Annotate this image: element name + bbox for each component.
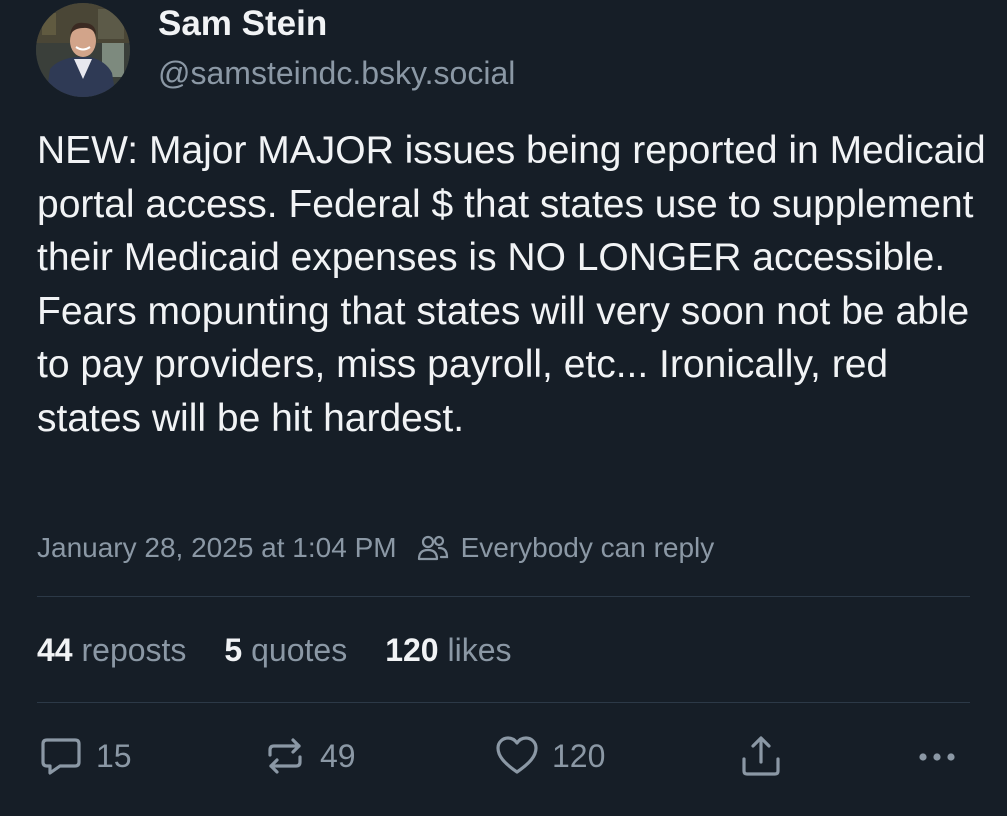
like-button[interactable]: 120	[494, 730, 605, 782]
author-name[interactable]: Sam Stein	[158, 2, 327, 46]
share-icon	[742, 736, 780, 776]
repost-icon	[268, 738, 302, 774]
more-icon	[919, 753, 955, 761]
reply-button[interactable]: 15	[38, 730, 132, 782]
more-options-button[interactable]	[914, 730, 960, 782]
post-text: NEW: Major MAJOR issues being reported i…	[37, 129, 986, 440]
reply-setting[interactable]: Everybody can reply	[461, 532, 715, 564]
reply-icon	[41, 738, 81, 775]
quotes-count: 5	[224, 631, 243, 668]
avatar-photo	[36, 3, 130, 97]
likes-stat[interactable]: 120 likes	[385, 632, 511, 669]
author-avatar[interactable]	[36, 3, 130, 97]
post-actions: 15 49 120	[0, 730, 1007, 782]
people-icon	[417, 532, 449, 564]
likes-count: 120	[385, 631, 439, 668]
quotes-label: quotes	[251, 631, 348, 668]
reposts-count: 44	[37, 631, 73, 668]
share-button[interactable]	[738, 730, 784, 782]
divider	[37, 596, 970, 597]
post-timestamp[interactable]: January 28, 2025 at 1:04 PM	[37, 532, 397, 564]
likes-label: likes	[447, 631, 512, 668]
quotes-stat[interactable]: 5 quotes	[224, 632, 347, 669]
heart-icon	[496, 736, 538, 774]
divider	[37, 702, 970, 703]
post-meta: January 28, 2025 at 1:04 PM Everybody ca…	[37, 527, 714, 569]
repost-count: 49	[320, 737, 356, 774]
reposts-label: reposts	[81, 631, 187, 668]
like-count: 120	[552, 737, 606, 774]
reposts-stat[interactable]: 44 reposts	[37, 632, 186, 669]
repost-button[interactable]: 49	[262, 730, 356, 782]
author-handle[interactable]: @samsteindc.bsky.social	[158, 52, 515, 94]
engagement-stats: 44 reposts 5 quotes 120 likes	[37, 628, 549, 672]
post-thread-view: Sam Stein @samsteindc.bsky.social NEW: M…	[0, 0, 1007, 816]
reply-count: 15	[96, 737, 132, 774]
